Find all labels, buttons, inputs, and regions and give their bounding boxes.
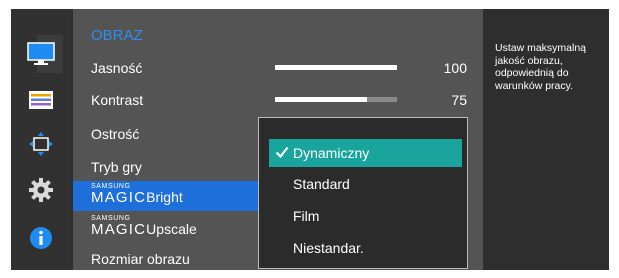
magic-prefix: MAGIC [91,189,147,206]
dropdown-option-film[interactable]: Film [269,202,462,230]
menu-item-label: Jasność [91,60,143,76]
dropdown-option-label: Film [293,208,320,224]
info-icon[interactable] [21,223,61,253]
menu-item-brightness[interactable]: Jasność 100 [73,53,483,83]
picture-monitor-icon[interactable] [21,35,63,73]
menu-item-label: Kontrast [91,92,144,108]
contrast-value: 75 [451,92,467,108]
dropdown-option-label: Dynamiczny [293,145,370,161]
brightness-slider-fill [275,65,397,70]
color-bars-icon[interactable] [21,85,61,115]
magic-upscale-label: SAMSUNG MAGICUpscale [91,215,197,237]
help-text: Ustaw maksymalną jakość obrazu, odpowied… [495,42,587,92]
dropdown-option-label: Niestandar. [293,240,364,256]
brightness-value: 100 [443,60,467,76]
menu-item-label: Upscale [146,221,197,237]
magic-bright-label: SAMSUNG MAGICBright [91,183,183,205]
category-sidebar [11,9,71,270]
dropdown-option-label: Standard [293,176,350,192]
dropdown-option-custom[interactable]: Niestandar. [269,234,462,262]
menu-item-label: Tryb gry [91,159,142,175]
position-move-icon[interactable] [21,129,61,159]
dropdown-option-standard[interactable]: Standard [269,170,462,198]
menu-item-label: Rozmiar obrazu [91,251,190,267]
menu-item-contrast[interactable]: Kontrast 75 [73,85,483,115]
menu-item-magic-bright[interactable]: SAMSUNG MAGICBright [73,181,259,211]
magic-prefix: MAGIC [91,221,147,238]
brightness-slider[interactable] [275,65,397,70]
contrast-slider[interactable] [275,97,397,102]
settings-gear-icon[interactable] [21,175,61,205]
menu-item-label: Ostrość [91,126,140,142]
dropdown-option-dynamic[interactable]: Dynamiczny [269,139,462,167]
contrast-slider-fill [275,97,367,102]
checkmark-icon [275,146,289,159]
menu-title: OBRAZ [91,27,143,44]
magic-bright-dropdown: Dynamiczny Standard Film Niestandar. [258,117,468,269]
menu-item-label: Bright [146,189,183,205]
